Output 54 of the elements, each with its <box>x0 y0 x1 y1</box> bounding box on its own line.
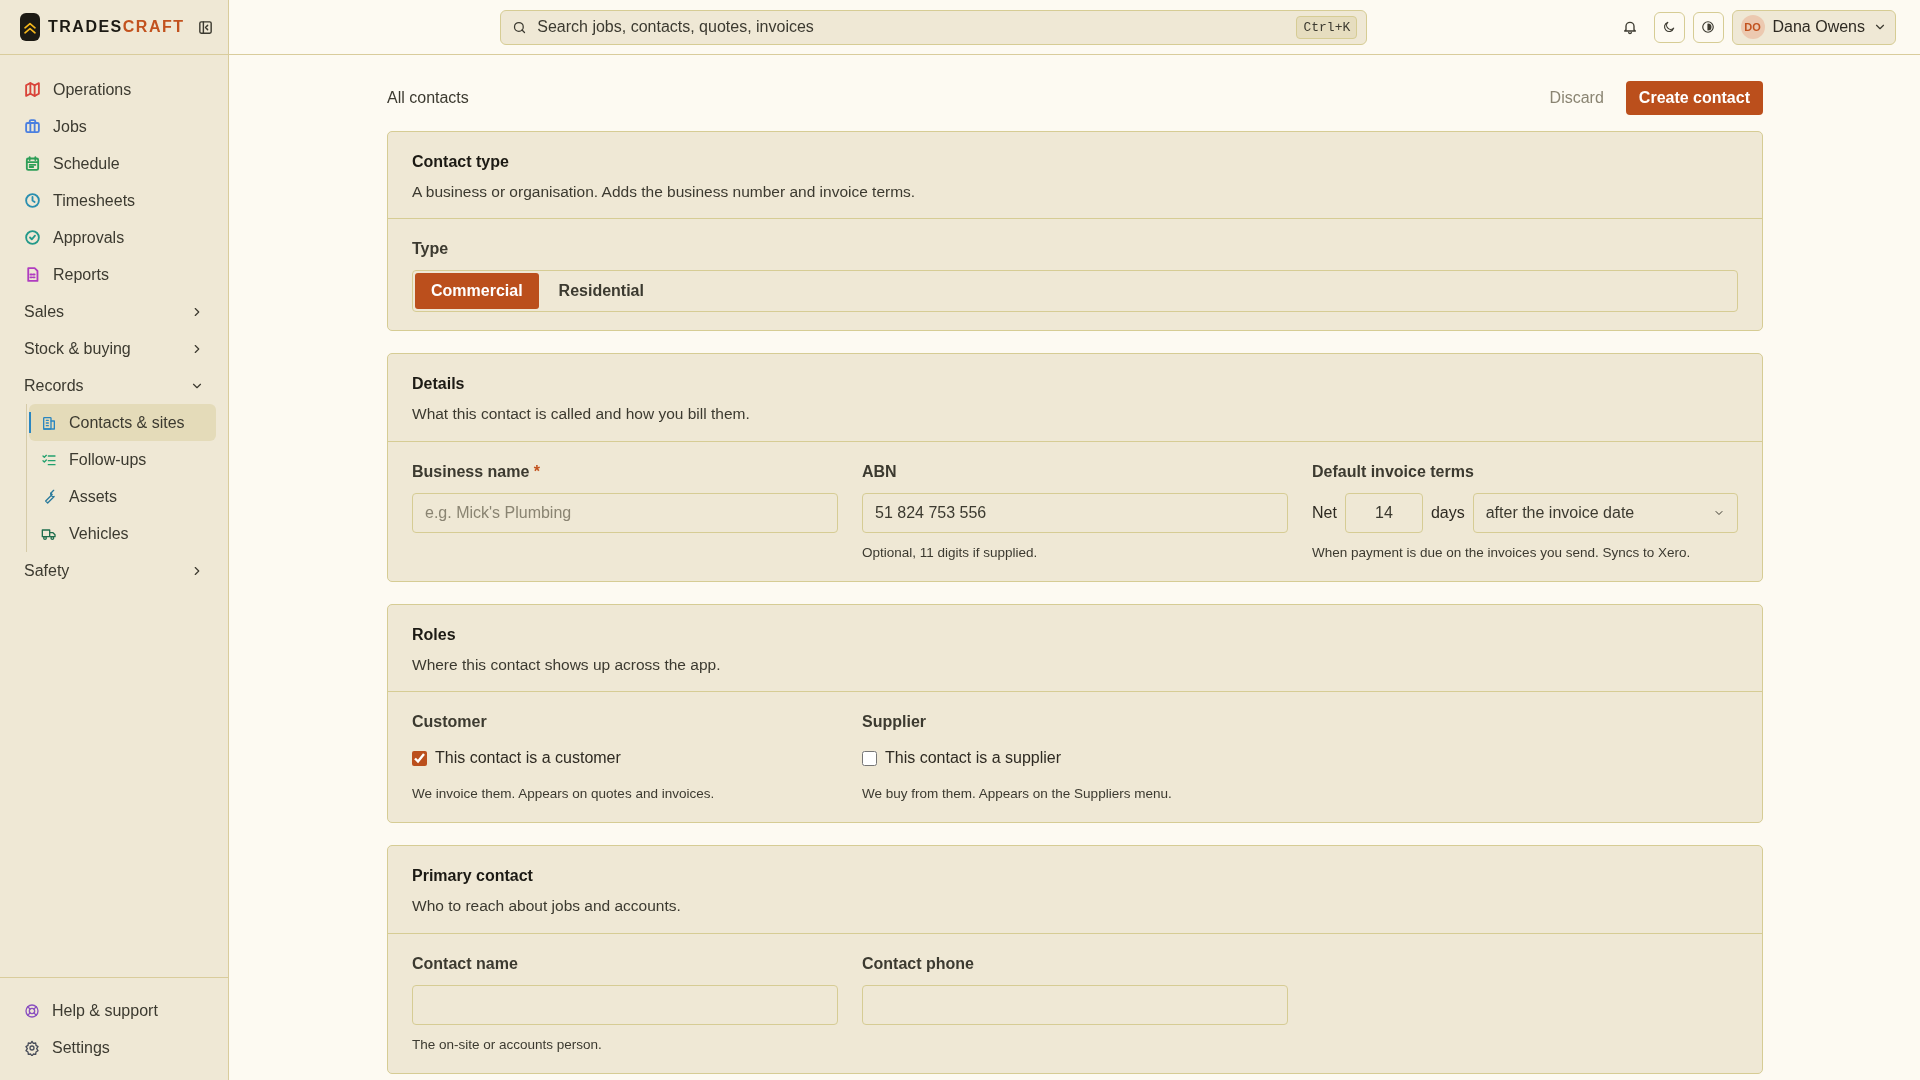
section-description: A business or organisation. Adds the business number and invoice terms. <box>412 182 917 202</box>
invoice-basis-select[interactable]: after the invoice date <box>1472 492 1738 533</box>
section-description: What this contact is called and how you bill them. <box>412 404 751 425</box>
breadcrumb-link[interactable]: All contacts <box>387 86 469 110</box>
field-hint: Optional, 11 digits if supplied. <box>862 543 1039 562</box>
create-contact-button[interactable]: Create contact <box>1625 81 1763 115</box>
field-label: Customer <box>412 712 488 732</box>
section-title: Primary contact <box>412 866 534 887</box>
nav-item[interactable]: Contacts & sites <box>29 404 216 441</box>
field-suffix: days <box>1430 502 1465 523</box>
section-title: Contact type <box>412 152 510 172</box>
nav-group[interactable]: Safety <box>12 552 216 589</box>
field-hint: When payment is due on the invoices you send. Syncs to Xero. <box>1312 543 1692 562</box>
nav-item[interactable]: Follow-ups <box>29 441 216 478</box>
field-label: Business name * <box>412 461 542 482</box>
section-title: Details <box>412 374 466 395</box>
field-label: Contact name <box>412 953 519 974</box>
user-menu-button[interactable]: DO Dana Owens <box>1731 9 1896 45</box>
nav-item[interactable]: Assets <box>29 478 216 515</box>
section-title: Roles <box>412 624 457 645</box>
nav-item[interactable]: Help & support <box>12 992 216 1029</box>
avatar: DO <box>1740 15 1765 39</box>
field-hint: We invoice them. Appears on quotes and invoices. <box>412 785 716 803</box>
type-option[interactable]: Residential <box>542 273 660 310</box>
nav-item[interactable]: Vehicles <box>29 515 216 552</box>
nav-item[interactable]: Reports <box>12 256 216 293</box>
nav-group[interactable]: Sales <box>12 293 216 330</box>
section-description: Where this contact shows up across the app. <box>412 654 722 675</box>
shortcut-hint: Ctrl+K <box>1296 15 1358 39</box>
field-label: ABN <box>862 461 898 482</box>
type-option[interactable]: Commercial <box>415 273 539 310</box>
checkbox-option[interactable]: This contact is a supplier <box>862 746 1288 770</box>
field-label: Supplier <box>862 712 927 732</box>
discard-button[interactable]: Discard <box>1543 85 1610 111</box>
abn-field[interactable]: 51 824 753 556 <box>862 492 1288 533</box>
section-description: Who to reach about jobs and accounts. <box>412 896 682 917</box>
brand-name: TRADESCRAFT <box>48 17 185 37</box>
checkbox-option[interactable]: This contact is a customer <box>412 746 838 770</box>
nav-item[interactable]: Approvals <box>12 219 216 256</box>
nav-group[interactable]: Stock & buying <box>12 330 216 367</box>
nav-item[interactable]: Timesheets <box>12 182 216 219</box>
days-field[interactable]: 14 <box>1344 492 1423 533</box>
business-name-field[interactable]: e.g. Mick's Plumbing <box>412 492 838 533</box>
nav-item[interactable]: Schedule <box>12 145 216 182</box>
nav-item[interactable]: Operations <box>12 71 216 108</box>
nav-group[interactable]: Records <box>12 367 216 404</box>
field-hint: We buy from them. Appears on the Suppliers menu. <box>862 785 1173 803</box>
field-label: Default invoice terms <box>1312 461 1475 482</box>
field-label: Type <box>412 239 450 260</box>
field-prefix: Net <box>1312 502 1337 523</box>
field-label: Contact phone <box>862 953 975 974</box>
field-hint: The on-site or accounts person. <box>412 1035 603 1054</box>
nav-item[interactable]: Jobs <box>12 108 216 145</box>
nav-item[interactable]: Settings <box>12 1029 216 1066</box>
